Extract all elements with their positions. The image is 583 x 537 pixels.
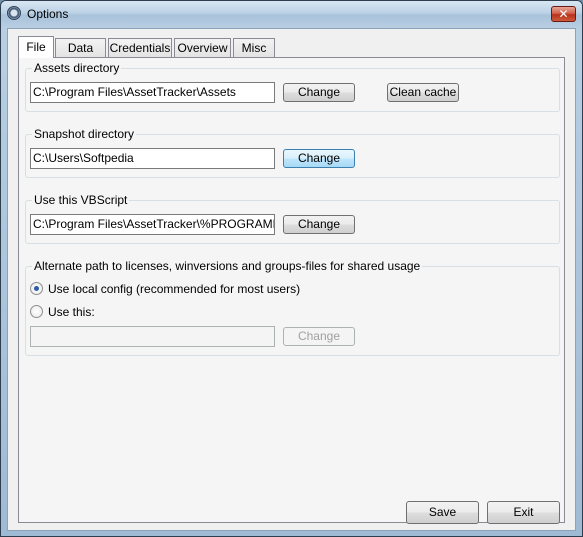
tab-data[interactable]: Data — [55, 38, 106, 57]
close-button[interactable]: ✕ — [551, 6, 576, 22]
close-icon: ✕ — [558, 7, 569, 21]
use-this-label: Use this: — [48, 305, 95, 319]
vbscript-group: Use this VBScript C:\Program Files\Asset… — [25, 193, 560, 244]
vbscript-change-button[interactable]: Change — [283, 215, 355, 234]
use-local-config-label: Use local config (recommended for most u… — [48, 282, 301, 296]
snapshot-directory-label: Snapshot directory — [32, 127, 137, 141]
snapshot-change-button[interactable]: Change — [283, 149, 355, 168]
app-icon — [7, 6, 21, 20]
options-window: Options ✕ File Data Credentials Overview… — [0, 0, 583, 537]
tab-misc[interactable]: Misc — [233, 38, 275, 57]
alternate-path-input[interactable] — [30, 326, 275, 347]
clean-cache-button[interactable]: Clean cache — [387, 83, 459, 102]
window-title: Options — [27, 7, 69, 21]
alternate-path-group: Alternate path to licenses, winversions … — [25, 259, 560, 356]
dialog-body: File Data Credentials Overview Misc Asse… — [7, 28, 576, 531]
tab-file[interactable]: File — [18, 36, 54, 58]
vbscript-input[interactable]: C:\Program Files\AssetTracker\%PROGRAMFI… — [30, 214, 275, 235]
snapshot-directory-input[interactable]: C:\Users\Softpedia — [30, 148, 275, 169]
alternate-change-button[interactable]: Change — [283, 327, 355, 346]
alternate-path-label: Alternate path to licenses, winversions … — [32, 259, 423, 273]
exit-button[interactable]: Exit — [487, 501, 560, 524]
snapshot-directory-group: Snapshot directory C:\Users\Softpedia Ch… — [25, 127, 560, 178]
vbscript-label: Use this VBScript — [32, 193, 130, 207]
use-local-config-option[interactable]: Use local config (recommended for most u… — [30, 281, 350, 297]
assets-directory-input[interactable]: C:\Program Files\AssetTracker\Assets — [30, 82, 275, 103]
use-this-option[interactable]: Use this: — [30, 304, 150, 320]
assets-directory-group: Assets directory C:\Program Files\AssetT… — [25, 61, 560, 112]
save-button[interactable]: Save — [406, 501, 479, 524]
assets-change-button[interactable]: Change — [283, 83, 355, 102]
assets-directory-label: Assets directory — [32, 61, 122, 75]
file-tab-panel: Assets directory C:\Program Files\AssetT… — [18, 57, 565, 524]
tab-credentials[interactable]: Credentials — [108, 38, 172, 57]
tab-overview[interactable]: Overview — [174, 38, 231, 57]
title-bar[interactable]: Options ✕ — [1, 1, 582, 27]
use-local-config-radio[interactable] — [30, 282, 43, 295]
use-this-radio[interactable] — [30, 305, 43, 318]
